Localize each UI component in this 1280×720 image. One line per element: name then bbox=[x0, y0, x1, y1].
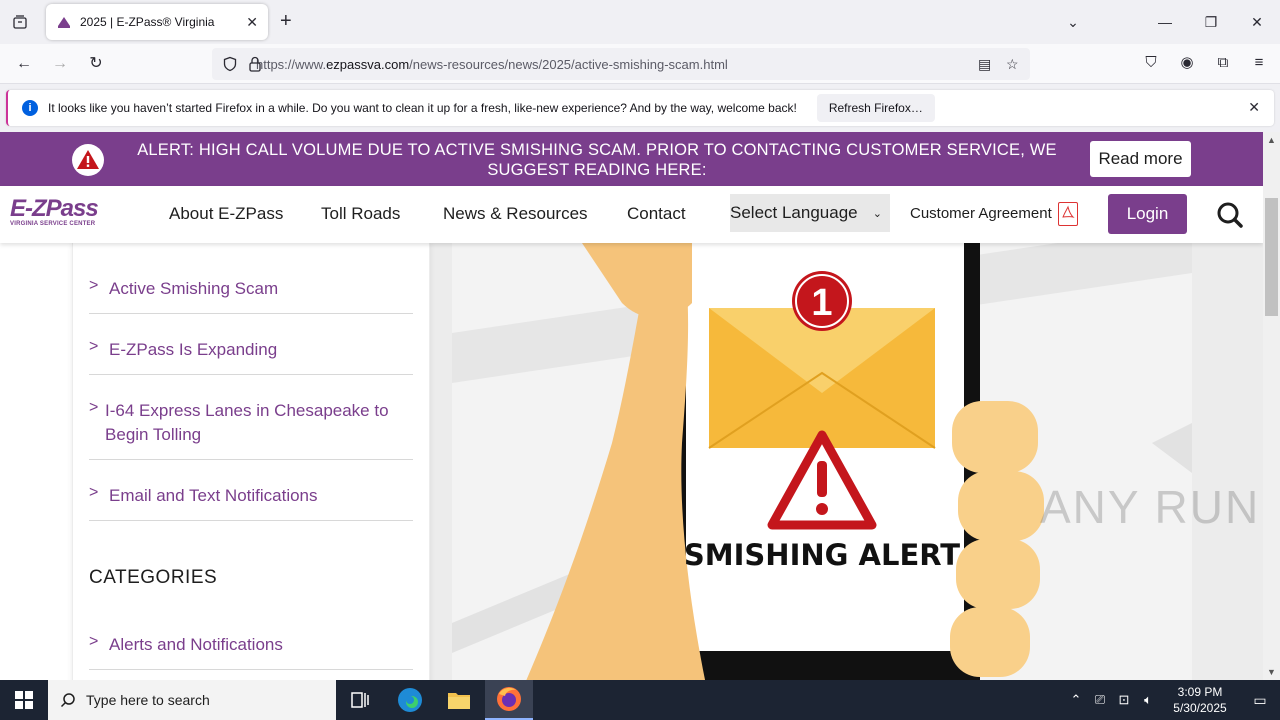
toolbar-icons: ⛉ ◉ ⧉ ≡ bbox=[1142, 54, 1268, 72]
read-more-button[interactable]: Read more bbox=[1090, 141, 1191, 177]
browser-tab[interactable]: 2025 | E-ZPass® Virginia ✕ bbox=[46, 4, 268, 40]
pdf-icon[interactable] bbox=[1058, 202, 1078, 226]
clock[interactable]: 3:09 PM 5/30/2025 bbox=[1168, 684, 1232, 716]
warning-icon bbox=[72, 144, 104, 176]
windows-taskbar: Type here to search ⌃ ⎚ ⊡ 🔈︎ 3:09 PM 5/3… bbox=[0, 680, 1280, 720]
forward-icon[interactable]: → bbox=[50, 54, 70, 74]
minimize-icon[interactable]: — bbox=[1142, 14, 1188, 30]
sidebar-item-email-text-notifications[interactable]: > Email and Text Notifications bbox=[89, 484, 413, 521]
firefox-notice-bar: i It looks like you haven’t started Fire… bbox=[0, 84, 1280, 132]
refresh-firefox-button[interactable]: Refresh Firefox… bbox=[816, 94, 935, 122]
sidebar-category-alerts[interactable]: > Alerts and Notifications bbox=[89, 633, 413, 670]
search-icon[interactable] bbox=[1216, 201, 1244, 229]
pocket-icon[interactable]: ⛉ bbox=[1142, 54, 1160, 72]
smishing-alert-image: 1 SMISHING ALERT bbox=[452, 243, 1192, 680]
site-header: E-ZPass VIRGINIA SERVICE CENTER About E-… bbox=[0, 186, 1263, 243]
url-bar[interactable]: https://www.ezpassva.com/news-resources/… bbox=[212, 48, 1030, 80]
list-all-tabs-icon[interactable]: ⌄ bbox=[1050, 14, 1096, 31]
scroll-thumb[interactable] bbox=[1265, 198, 1278, 316]
login-button[interactable]: Login bbox=[1108, 194, 1187, 234]
new-tab-icon[interactable]: + bbox=[280, 11, 292, 31]
reload-icon[interactable]: ↻ bbox=[86, 54, 106, 74]
tab-list-icon[interactable] bbox=[8, 10, 32, 34]
windows-start-icon[interactable] bbox=[0, 680, 48, 720]
account-icon[interactable]: ◉ bbox=[1178, 54, 1196, 72]
smishing-alert-caption: SMISHING ALERT bbox=[684, 538, 960, 572]
ezpass-logo[interactable]: E-ZPass VIRGINIA SERVICE CENTER bbox=[10, 197, 122, 231]
url-text: https://www.ezpassva.com/news-resources/… bbox=[256, 56, 728, 72]
taskbar-search-box[interactable]: Type here to search bbox=[48, 680, 336, 720]
notification-center-icon[interactable]: ▭ bbox=[1240, 692, 1280, 709]
nav-news-resources[interactable]: News & Resources bbox=[443, 204, 588, 224]
scroll-down-icon[interactable]: ▼ bbox=[1263, 664, 1280, 680]
maximize-icon[interactable]: ❐ bbox=[1188, 14, 1234, 31]
ezpass-favicon-icon bbox=[58, 17, 70, 28]
sidebar-item-i64-express-lanes[interactable]: > I-64 Express Lanes in Chesapeake to Be… bbox=[89, 399, 413, 460]
search-icon bbox=[60, 693, 75, 708]
firefox-icon[interactable] bbox=[485, 680, 533, 720]
page-scrollbar[interactable]: ▲ ▼ bbox=[1263, 132, 1280, 680]
volume-icon[interactable]: 🔈︎ bbox=[1136, 692, 1160, 708]
news-sidebar: > Active Smishing Scam > E-ZPass Is Expa… bbox=[72, 243, 430, 680]
nav-contact[interactable]: Contact bbox=[627, 204, 686, 224]
window-controls: ⌄ — ❐ ✕ bbox=[1050, 0, 1280, 44]
extensions-icon[interactable]: ⧉ bbox=[1214, 54, 1232, 72]
alert-banner: ALERT: HIGH CALL VOLUME DUE TO ACTIVE SM… bbox=[0, 132, 1263, 186]
close-window-icon[interactable]: ✕ bbox=[1234, 14, 1280, 31]
scroll-up-icon[interactable]: ▲ bbox=[1263, 132, 1280, 148]
notification-badge: 1 bbox=[811, 282, 832, 324]
bookmark-star-icon[interactable]: ☆ bbox=[1006, 56, 1019, 73]
system-tray: ⌃ ⎚ ⊡ 🔈︎ 3:09 PM 5/30/2025 ▭ bbox=[1064, 680, 1280, 720]
chevron-up-icon[interactable]: ⌃ bbox=[1064, 692, 1088, 708]
anyrun-watermark: ANY RUN bbox=[1040, 481, 1261, 533]
edge-icon[interactable] bbox=[386, 680, 434, 720]
browser-nav-bar: ← → ↻ https://www.ezpassva.com/news-reso… bbox=[0, 44, 1280, 84]
alert-text: ALERT: HIGH CALL VOLUME DUE TO ACTIVE SM… bbox=[137, 141, 1057, 179]
sidebar-item-ezpass-expanding[interactable]: > E-ZPass Is Expanding bbox=[89, 338, 413, 375]
device-icon[interactable]: ⎚ bbox=[1088, 692, 1112, 708]
menu-icon[interactable]: ≡ bbox=[1250, 54, 1268, 72]
browser-tab-bar: 2025 | E-ZPass® Virginia ✕ + ⌄ — ❐ ✕ bbox=[0, 0, 1280, 44]
tab-close-icon[interactable]: ✕ bbox=[246, 14, 258, 31]
shield-icon[interactable] bbox=[222, 56, 238, 75]
info-icon: i bbox=[22, 100, 38, 116]
lock-icon[interactable] bbox=[248, 56, 262, 75]
page-viewport: ALERT: HIGH CALL VOLUME DUE TO ACTIVE SM… bbox=[0, 132, 1263, 680]
notice-text: It looks like you haven’t started Firefo… bbox=[48, 101, 797, 115]
notice-close-icon[interactable]: ✕ bbox=[1248, 99, 1260, 116]
sidebar-item-active-smishing-scam[interactable]: > Active Smishing Scam bbox=[89, 277, 413, 314]
nav-toll-roads[interactable]: Toll Roads bbox=[321, 204, 400, 224]
chevron-down-icon: ⌄ bbox=[872, 207, 882, 220]
language-select[interactable]: Select Language ⌄ bbox=[730, 194, 890, 232]
task-view-icon[interactable] bbox=[336, 680, 384, 720]
file-explorer-icon[interactable] bbox=[435, 680, 483, 720]
categories-heading: CATEGORIES bbox=[89, 567, 218, 588]
network-icon[interactable]: ⊡ bbox=[1112, 692, 1136, 708]
customer-agreement-link[interactable]: Customer Agreement bbox=[910, 205, 1052, 222]
nav-about[interactable]: About E-ZPass bbox=[169, 204, 283, 224]
back-icon[interactable]: ← bbox=[14, 54, 34, 74]
reader-view-icon[interactable]: ▤ bbox=[978, 56, 991, 73]
tab-title: 2025 | E-ZPass® Virginia bbox=[80, 15, 215, 29]
